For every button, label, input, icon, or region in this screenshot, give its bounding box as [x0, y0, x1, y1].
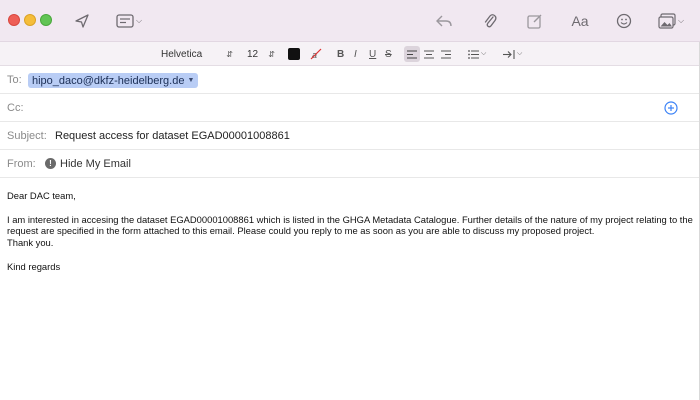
subject-field[interactable]: Subject: Request access for dataset EGAD…	[0, 122, 700, 150]
close-window-button[interactable]	[8, 14, 20, 26]
recipient-address: hipo_daco@dkfz-heidelberg.de	[32, 74, 185, 87]
emoji-icon[interactable]	[614, 10, 634, 32]
stepper-icon: ⇵	[268, 49, 275, 59]
header-fields-icon	[116, 14, 134, 28]
align-left-icon	[407, 50, 417, 58]
cc-label: Cc:	[7, 101, 24, 114]
font-size-value: 12	[247, 48, 259, 60]
subject-label: Subject:	[7, 129, 47, 142]
format-text-button[interactable]: Aa	[568, 10, 592, 32]
align-center-button[interactable]	[422, 46, 436, 62]
chevron-down-icon: ⌵	[481, 50, 487, 57]
subject-input[interactable]: Request access for dataset EGAD000010088…	[55, 130, 290, 142]
align-left-button[interactable]	[404, 46, 420, 62]
photo-browser-button[interactable]: ⌵	[654, 10, 688, 32]
align-center-icon	[424, 50, 434, 58]
reply-icon[interactable]	[433, 10, 455, 32]
align-right-icon	[441, 50, 451, 58]
font-size-select[interactable]: 12 ⇵	[244, 46, 278, 62]
attach-icon[interactable]	[479, 10, 501, 32]
photo-browser-icon	[658, 13, 676, 29]
font-family-value: Helvetica	[161, 48, 203, 60]
header-fields-menu-button[interactable]: ⌵	[113, 10, 145, 32]
font-family-select[interactable]: Helvetica ⇵	[158, 46, 236, 62]
indent-icon	[503, 49, 515, 59]
from-field[interactable]: From: ! Hide My Email	[0, 150, 700, 178]
format-bar: Helvetica ⇵ 12 ⇵ a B I U S ⌵ ⌵	[0, 42, 700, 66]
to-label: To:	[7, 73, 22, 86]
list-icon	[468, 49, 479, 59]
body-closing: Kind regards	[7, 260, 61, 272]
stepper-icon: ⇵	[226, 49, 233, 59]
align-right-button[interactable]	[439, 46, 453, 62]
body-paragraph: I am interested in accesing the dataset …	[7, 213, 693, 237]
body-greeting: Dear DAC team,	[7, 190, 76, 201]
from-account-value[interactable]: Hide My Email	[60, 158, 131, 170]
message-body[interactable]: Dear DAC team, I am interested in accesi…	[7, 190, 693, 273]
add-contact-button[interactable]	[664, 101, 678, 115]
minimize-window-button[interactable]	[24, 14, 36, 26]
chevron-down-icon: ⌵	[677, 16, 685, 25]
no-highlight-icon: a	[310, 48, 322, 60]
from-label: From:	[7, 157, 36, 170]
info-icon: !	[45, 158, 56, 169]
strikethrough-button[interactable]: S	[385, 46, 392, 62]
indent-button[interactable]: ⌵	[503, 46, 522, 62]
window-toolbar: ⌵ Aa ⌵	[0, 0, 700, 42]
underline-button[interactable]: U	[369, 46, 376, 62]
highlight-color-button[interactable]: a	[310, 46, 322, 62]
body-thanks: Thank you.	[7, 237, 54, 249]
chevron-down-icon: ▼	[187, 77, 195, 84]
italic-button[interactable]: I	[354, 46, 357, 62]
text-color-button[interactable]	[288, 46, 300, 62]
text-color-swatch	[288, 48, 300, 60]
cc-field[interactable]: Cc:	[0, 94, 700, 122]
chevron-down-icon: ⌵	[135, 16, 143, 25]
bold-button[interactable]: B	[337, 46, 344, 62]
send-icon[interactable]	[72, 10, 92, 32]
list-style-button[interactable]: ⌵	[468, 46, 486, 62]
markup-icon[interactable]	[524, 10, 546, 32]
chevron-down-icon: ⌵	[517, 50, 523, 57]
to-field[interactable]: To: hipo_daco@dkfz-heidelberg.de ▼	[0, 66, 700, 94]
plus-circle-icon	[664, 101, 678, 115]
zoom-window-button[interactable]	[40, 14, 52, 26]
recipient-token[interactable]: hipo_daco@dkfz-heidelberg.de ▼	[28, 73, 199, 88]
